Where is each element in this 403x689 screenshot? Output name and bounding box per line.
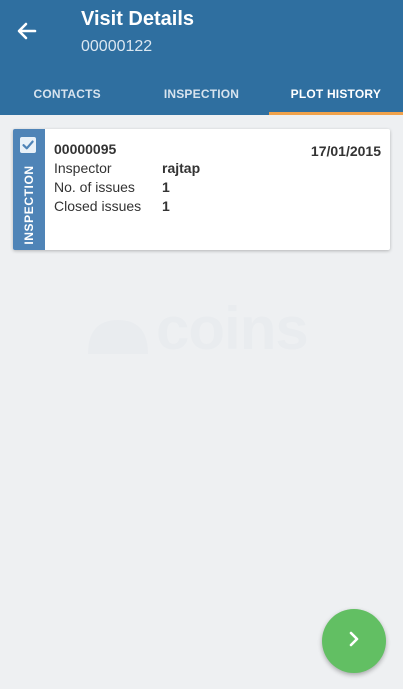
checkbox-checked-icon[interactable] — [20, 137, 36, 153]
inspection-card[interactable]: INSPECTION 00000095 17/01/2015 Inspector… — [13, 129, 390, 250]
tab-contacts[interactable]: CONTACTS — [0, 72, 134, 115]
detail-value: 1 — [162, 198, 170, 214]
detail-label: No. of issues — [54, 179, 135, 195]
detail-label: Closed issues — [54, 198, 142, 214]
chevron-right-icon — [344, 629, 364, 654]
page-title: Visit Details — [81, 8, 195, 30]
app-header: Visit Details 00000122 CONTACTS INSPECTI… — [0, 0, 403, 115]
tab-inspection[interactable]: INSPECTION — [134, 72, 268, 115]
tab-bar: CONTACTS INSPECTION PLOT HISTORY — [0, 72, 403, 115]
detail-value: 1 — [162, 179, 170, 195]
next-fab-button[interactable] — [322, 609, 386, 673]
card-type-stripe: INSPECTION — [13, 129, 45, 250]
detail-row-inspector: Inspector rajtap — [54, 160, 200, 176]
card-type-label: INSPECTION — [22, 165, 36, 245]
back-arrow-icon[interactable] — [14, 18, 40, 44]
detail-label: Inspector — [54, 160, 112, 176]
coins-watermark-logo: coins — [86, 295, 318, 362]
inspection-code: 00000095 — [54, 141, 117, 157]
watermark-text: coins — [156, 295, 309, 362]
tab-plot-history[interactable]: PLOT HISTORY — [268, 72, 403, 115]
page-subtitle: 00000122 — [81, 38, 153, 55]
inspection-date: 17/01/2015 — [310, 143, 381, 159]
detail-value: rajtap — [162, 160, 201, 176]
detail-row-closed-issues: Closed issues 1 — [54, 198, 170, 214]
detail-row-issues: No. of issues 1 — [54, 179, 170, 195]
